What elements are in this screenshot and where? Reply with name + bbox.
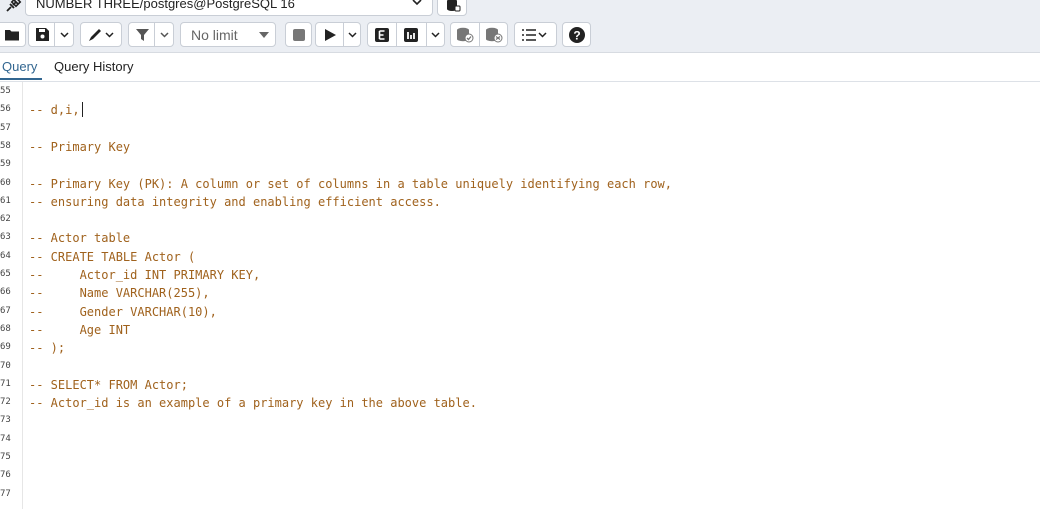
text-cursor [82, 102, 83, 117]
line-number: 77 [0, 488, 11, 499]
svg-text:?: ? [573, 29, 580, 43]
code-line: -- CREATE TABLE Actor ( [29, 249, 196, 264]
line-number: 62 [0, 214, 11, 225]
line-number: 70 [0, 360, 11, 371]
macros-button[interactable] [514, 22, 557, 47]
line-number: 69 [0, 342, 11, 353]
code-line: -- Gender VARCHAR(10), [29, 304, 217, 319]
line-number: 57 [0, 122, 11, 133]
explain-button-group [367, 22, 445, 47]
line-number: 65 [0, 269, 11, 279]
save-button-group [28, 22, 74, 47]
line-number: 67 [0, 305, 11, 316]
code-line: -- Primary Key (PK): A column or set of … [29, 176, 672, 191]
row-limit-value: No limit [191, 27, 238, 43]
code-line: -- d,i, [29, 103, 80, 118]
code-line: -- Primary Key [29, 139, 131, 154]
sql-editor[interactable]: 55 56 -- d,i, 57 58 -- Primary Key 59 60 -- Prim… [0, 82, 1040, 509]
code-line: -- ); [29, 341, 66, 356]
line-number: 64 [0, 250, 11, 261]
line-number: 68 [0, 323, 11, 334]
connection-select[interactable]: NUMBER THREE/postgres@PostgreSQL 16 [25, 0, 433, 16]
line-number: 66 [0, 287, 11, 298]
line-number: 71 [0, 378, 11, 389]
chevron-down-icon [410, 0, 424, 9]
row-limit-select[interactable]: No limit [180, 22, 276, 47]
code-line: -- Name VARCHAR(255), [29, 286, 210, 301]
line-number: 61 [0, 195, 11, 206]
code-line: -- Age INT [29, 322, 131, 337]
query-toolbar: No limit ? [0, 17, 1040, 53]
code-line: -- SELECT* FROM Actor; [29, 377, 188, 392]
stop-button[interactable] [285, 22, 312, 47]
line-number: 75 [0, 452, 11, 462]
code-line: -- Actor_id INT PRIMARY KEY, [29, 268, 261, 282]
transaction-button-group [450, 22, 508, 47]
code-line: -- ensuring data integrity and enabling … [29, 194, 441, 209]
line-number: 55 [0, 86, 11, 96]
line-number: 56 [0, 104, 11, 115]
line-number: 72 [0, 397, 11, 408]
line-number: 59 [0, 159, 11, 170]
active-tab-indicator [0, 78, 42, 80]
editor-tabs: Query Query History [0, 53, 1040, 82]
code-line: -- Actor table [29, 231, 131, 246]
help-button[interactable]: ? [562, 22, 591, 47]
edit-button[interactable] [80, 22, 122, 47]
connection-label: NUMBER THREE/postgres@PostgreSQL 16 [36, 0, 295, 11]
new-connection-button[interactable] [437, 0, 467, 16]
tab-query[interactable]: Query [2, 59, 37, 74]
line-number: 73 [0, 415, 11, 426]
connection-bar: NUMBER THREE/postgres@PostgreSQL 16 [0, 0, 1040, 17]
line-number: 74 [0, 433, 11, 444]
line-number: 63 [0, 232, 11, 243]
code-line: -- Actor_id is an example of a primary k… [29, 396, 477, 411]
open-file-button[interactable] [0, 22, 26, 47]
filter-button-group [128, 22, 174, 47]
line-number: 76 [0, 470, 11, 481]
line-number: 58 [0, 140, 11, 151]
execute-button-group [315, 22, 361, 47]
plug-disconnected-icon[interactable] [4, 0, 22, 14]
tab-query-history[interactable]: Query History [54, 59, 133, 74]
line-number: 60 [0, 177, 11, 188]
